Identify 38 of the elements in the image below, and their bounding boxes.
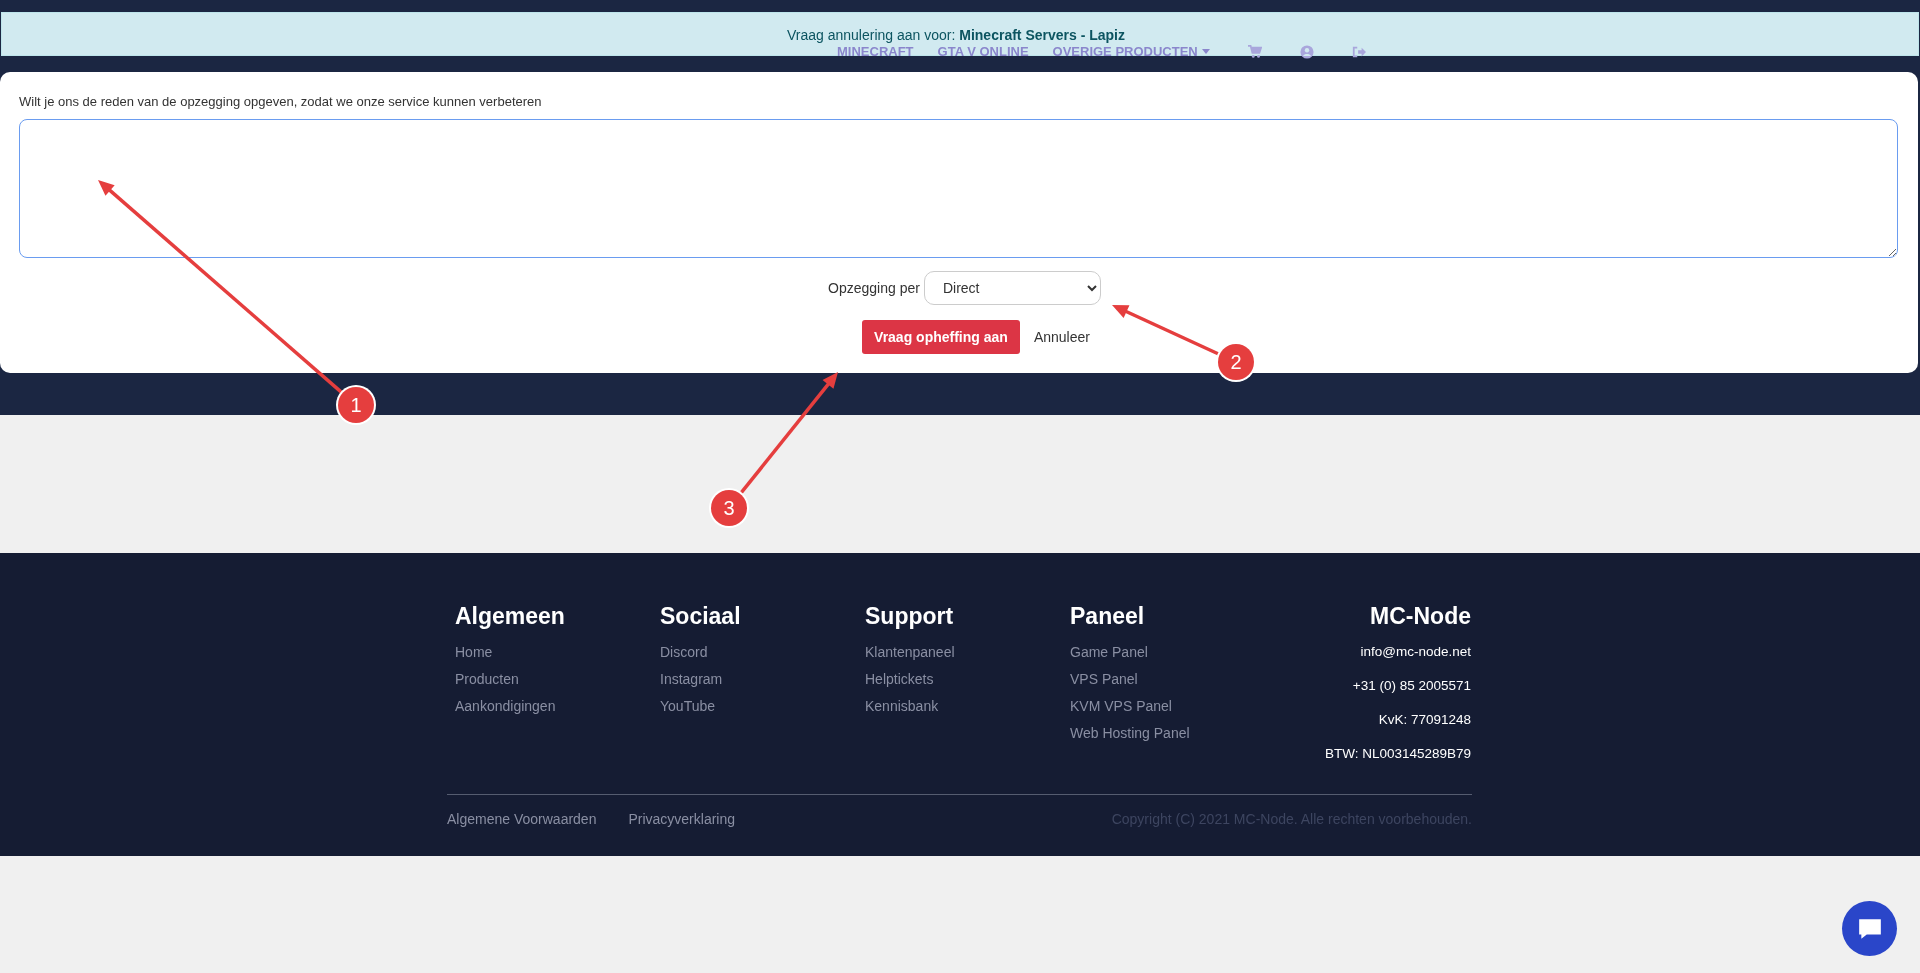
reason-label: Wilt je ons de reden van de opzegging opgeven, zodat we onze service kunnen verbeteren <box>19 94 543 109</box>
user-icon[interactable] <box>1299 44 1314 59</box>
footer-link[interactable]: Aankondigingen <box>455 698 660 714</box>
contact-info: KvK: 77091248 <box>1378 712 1471 727</box>
footer-link[interactable]: Web Hosting Panel <box>1070 725 1275 741</box>
footer-link[interactable]: Discord <box>660 644 865 660</box>
footer-link[interactable]: YouTube <box>660 698 865 714</box>
footer-heading: MC-Node <box>1370 603 1471 630</box>
footer-link[interactable]: KVM VPS Panel <box>1070 698 1275 714</box>
footer-heading: Support <box>865 603 955 630</box>
chat-button[interactable] <box>1842 901 1897 956</box>
step-number-badge: 3 <box>711 490 747 526</box>
contact-info: info@mc-node.net <box>1360 644 1471 659</box>
footer-link[interactable]: Algemene Voorwaarden <box>447 811 597 827</box>
step-number-badge: 1 <box>338 387 374 423</box>
footer-link[interactable]: Kennisbank <box>865 698 1070 714</box>
contact-info: BTW: NL003145289B79 <box>1324 746 1471 761</box>
period-select[interactable]: Direct <box>923 271 1101 305</box>
banner-text: Vraag annulering aan voor: Minecraft Servers - Lapiz <box>787 27 1125 43</box>
caret-icon <box>1201 49 1210 54</box>
footer-heading: Paneel <box>1070 603 1146 630</box>
footer-link[interactable]: Home <box>455 644 660 660</box>
step-number-badge: 2 <box>1218 344 1254 380</box>
submit-button[interactable]: Vraag opheffing aan <box>862 320 1020 354</box>
contact-info: +31 (0) 85 2005571 <box>1352 678 1471 693</box>
footer-link[interactable]: Game Panel <box>1070 644 1275 660</box>
footer-link[interactable]: Producten <box>455 671 660 687</box>
logout-icon[interactable] <box>1351 44 1366 59</box>
footer-link[interactable]: Privacyverklaring <box>628 811 736 827</box>
footer-link[interactable]: Klantenpaneel <box>865 644 1070 660</box>
footer-link[interactable]: VPS Panel <box>1070 671 1275 687</box>
footer-heading: Sociaal <box>660 603 742 630</box>
cancel-link[interactable]: Annuleer <box>1033 329 1090 345</box>
cart-icon[interactable] <box>1247 44 1262 59</box>
footer-heading: Algemeen <box>455 603 566 630</box>
period-label: Opzegging per <box>828 280 920 296</box>
footer-link[interactable]: Instagram <box>660 671 865 687</box>
footer-link[interactable]: Helptickets <box>865 671 1070 687</box>
